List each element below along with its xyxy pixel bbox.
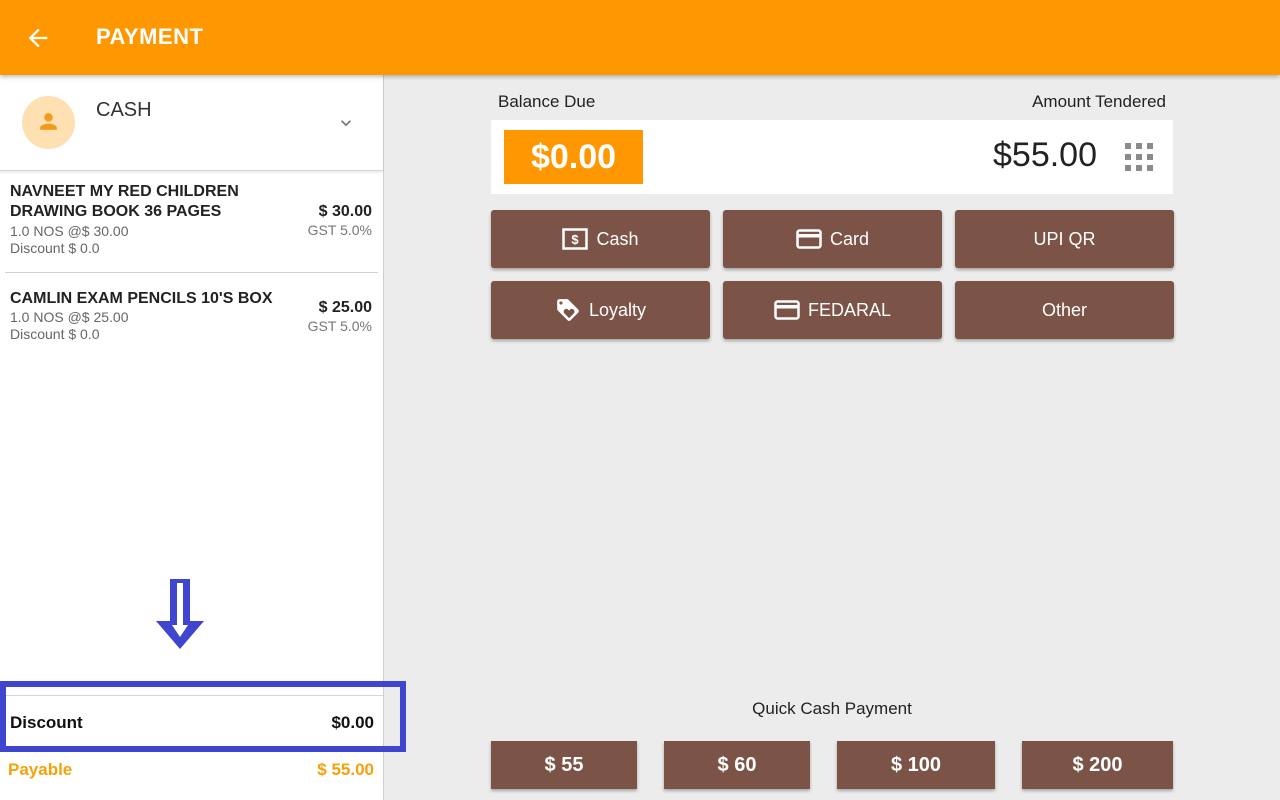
upi-qr-button-label: UPI QR <box>1033 228 1096 249</box>
payable-value: $ 55.00 <box>317 760 374 779</box>
app-header: PAYMENT <box>0 0 1280 75</box>
cash-icon: $ <box>562 228 589 250</box>
customer-name: CASH <box>96 99 152 121</box>
balance-due-label: Balance Due <box>498 92 596 111</box>
quick-cash-label: Quick Cash Payment <box>752 699 912 718</box>
item-quantity: 1.0 NOS @$ 30.00 <box>10 223 129 239</box>
person-icon <box>40 113 57 130</box>
quick-cash-60-button[interactable]: $ 60 <box>664 741 810 789</box>
credit-card-icon <box>774 300 800 320</box>
loyalty-tag-icon <box>557 299 579 321</box>
item-tax: GST 5.0% <box>307 318 372 334</box>
card-button-label: Card <box>829 228 869 249</box>
discount-value: $0.00 <box>331 713 374 732</box>
item-price: $ 25.00 <box>318 299 372 316</box>
loyalty-button-label: Loyalty <box>588 299 647 320</box>
quick-cash-200-button[interactable]: $ 200 <box>1022 741 1173 789</box>
quick-cash-55-button[interactable]: $ 55 <box>491 741 637 789</box>
cash-button-label: Cash <box>596 228 639 249</box>
payable-label: Payable <box>8 760 73 779</box>
grid-keypad-icon[interactable] <box>1125 143 1153 171</box>
chevron-down-icon[interactable] <box>336 113 356 133</box>
customer-selector[interactable]: CASH <box>0 75 383 171</box>
card-button[interactable]: Card <box>723 210 942 268</box>
amount-tendered-value[interactable]: $55.00 <box>993 136 1097 175</box>
discount-label: Discount <box>10 713 83 732</box>
balance-due-value: $0.00 <box>504 130 643 184</box>
item-price: $ 30.00 <box>318 203 372 220</box>
page-title: PAYMENT <box>96 24 204 49</box>
item-quantity: 1.0 NOS @$ 25.00 <box>10 309 129 325</box>
upi-qr-button[interactable]: UPI QR <box>955 210 1174 268</box>
list-item[interactable]: NAVNEET MY RED CHILDREN DRAWING BOOK 36 … <box>5 177 378 273</box>
list-item[interactable]: CAMLIN EXAM PENCILS 10'S BOX 1.0 NOS @$ … <box>5 287 378 357</box>
item-name: CAMLIN EXAM PENCILS 10'S BOX <box>10 290 273 307</box>
svg-text:$: $ <box>572 232 580 247</box>
item-discount: Discount $ 0.0 <box>10 240 100 256</box>
item-name: NAVNEET MY RED CHILDREN DRAWING BOOK 36 … <box>10 183 239 220</box>
item-discount: Discount $ 0.0 <box>10 326 100 342</box>
other-button-label: Other <box>1041 299 1088 320</box>
fedaral-button[interactable]: FEDARAL <box>723 281 942 339</box>
balance-card: $0.00 $55.00 <box>491 120 1173 194</box>
divider <box>0 695 383 696</box>
amount-tendered-label: Amount Tendered <box>1032 92 1166 111</box>
fedaral-button-label: FEDARAL <box>807 299 892 320</box>
arrow-left-icon[interactable] <box>24 24 52 52</box>
item-tax: GST 5.0% <box>307 222 372 238</box>
cash-button[interactable]: $ Cash <box>491 210 710 268</box>
cart-panel: CASH NAVNEET MY RED CHILDREN DRAWING BOO… <box>0 75 384 800</box>
avatar <box>22 96 75 149</box>
arrow-down-annotation <box>156 579 204 649</box>
quick-cash-100-button[interactable]: $ 100 <box>837 741 995 789</box>
other-button[interactable]: Other <box>955 281 1174 339</box>
loyalty-button[interactable]: Loyalty <box>491 281 710 339</box>
credit-card-icon <box>796 229 822 249</box>
